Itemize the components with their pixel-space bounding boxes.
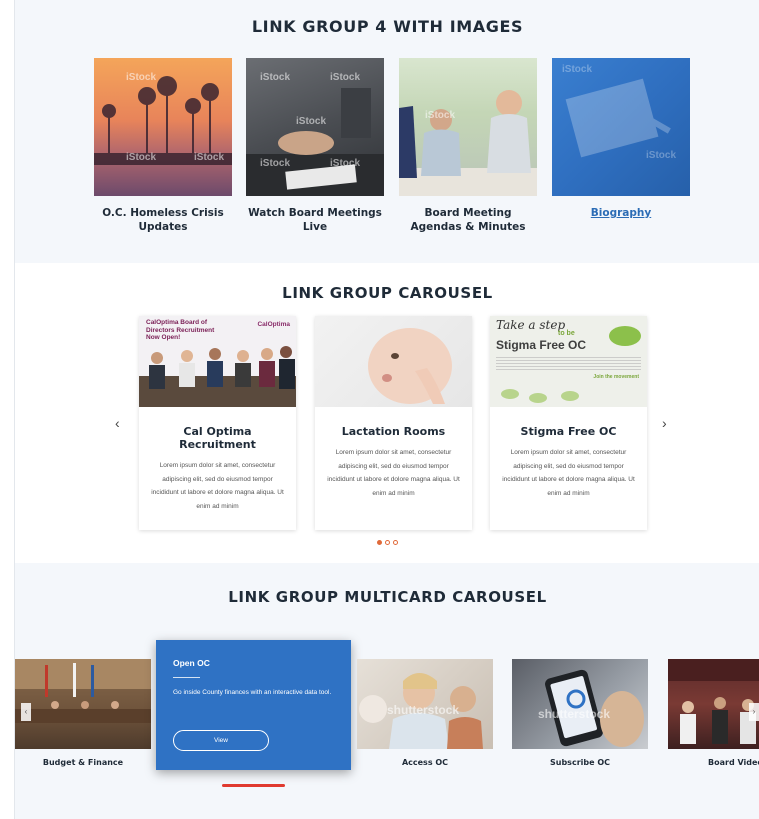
multicard-prev-button[interactable]: ‹ — [21, 703, 31, 721]
card-body: Lorem ipsum dolor sit amet, consectetur … — [151, 462, 284, 510]
biography-image[interactable]: iStock iStock — [552, 58, 690, 196]
card-body: Lorem ipsum dolor sit amet, consectetur … — [502, 449, 635, 497]
tile-caption[interactable]: Board Meeting Agendas & Minutes — [399, 206, 537, 234]
card-caption: Subscribe OC — [550, 758, 610, 767]
card-title: Stigma Free OC — [520, 425, 617, 438]
carousel-card-stigma-free[interactable]: Take a step to be Stigma Free OC Join th… — [490, 316, 647, 530]
card-title: Cal Optima Recruitment — [179, 425, 256, 451]
pagination-dot-active[interactable] — [377, 540, 382, 545]
card-title: Lactation Rooms — [341, 425, 446, 438]
carousel-prev-arrow[interactable]: ‹ — [115, 415, 120, 431]
calOptima-recruitment-image: CalOptima Board of Directors Recruitment… — [139, 316, 296, 407]
multicard-subscribe-oc[interactable]: shutterstock Subscribe OC — [512, 659, 648, 767]
page: LINK GROUP 4 WITH IMAGES iStock iStock i… — [14, 0, 759, 819]
tile-board-meetings-live[interactable]: iStock iStock iStock iStock iStock Watch… — [246, 58, 384, 234]
board-chamber-image — [15, 659, 151, 749]
tile-caption[interactable]: Watch Board Meetings Live — [246, 206, 384, 234]
card-caption: Budget & Finance — [42, 758, 124, 767]
carousel-pagination — [377, 540, 398, 545]
women-smiling-image: shutterstock — [357, 659, 493, 749]
feature-divider — [173, 677, 200, 678]
pagination-dot[interactable] — [393, 540, 398, 545]
card-caption: Access OC — [401, 758, 449, 767]
tile-agendas-minutes[interactable]: iStock Board Meeting Agendas & Minutes — [399, 58, 537, 234]
carousel-next-arrow[interactable]: › — [662, 415, 667, 431]
multicard-access-oc[interactable]: shutterstock Access OC — [357, 659, 493, 767]
feature-title: Open OC — [173, 658, 210, 668]
feature-description: Go inside County finances with an intera… — [173, 689, 332, 696]
card-body: Lorem ipsum dolor sit amet, consectetur … — [327, 449, 460, 497]
board-meeting-people-image[interactable]: iStock — [399, 58, 537, 196]
link-group-multicard-section: LINK GROUP MULTICARD CAROUSEL Budget & F… — [15, 563, 759, 819]
card-caption: Board Video — [708, 758, 759, 767]
multicard-budget-finance[interactable]: Budget & Finance — [15, 659, 151, 767]
multicard-board-video[interactable]: Board Video — [668, 659, 759, 767]
palm-trees-sunset-image[interactable]: iStock iStock iStock — [94, 58, 232, 196]
stigma-free-image: Take a step to be Stigma Free OC Join th… — [490, 316, 647, 407]
link-group-images-section: LINK GROUP 4 WITH IMAGES iStock iStock i… — [15, 0, 759, 263]
section-title: LINK GROUP 4 WITH IMAGES — [251, 17, 524, 36]
biography-link[interactable]: Biography — [552, 206, 690, 220]
pagination-dot[interactable] — [385, 540, 390, 545]
multicard-next-button[interactable]: › — [749, 703, 759, 721]
board-video-image — [668, 659, 759, 749]
smartphone-image: shutterstock — [512, 659, 648, 749]
section-title: LINK GROUP CAROUSEL — [282, 284, 493, 302]
feature-card-open-oc[interactable]: Open OC Go inside County finances with a… — [156, 640, 351, 770]
tile-homeless-crisis[interactable]: iStock iStock iStock O.C. Homeless Crisi… — [94, 58, 232, 234]
baby-image — [315, 316, 472, 407]
tile-biography[interactable]: iStock iStock Biography — [552, 58, 690, 220]
view-button[interactable]: View — [173, 730, 269, 751]
link-group-carousel-section: LINK GROUP CAROUSEL ‹ › CalOptima Board … — [15, 263, 759, 563]
carousel-card-lactation[interactable]: Lactation Rooms Lorem ipsum dolor sit am… — [315, 316, 472, 530]
multicard-active-indicator — [222, 784, 285, 787]
section-title: LINK GROUP MULTICARD CAROUSEL — [228, 588, 547, 606]
carousel-card-cal-optima[interactable]: CalOptima Board of Directors Recruitment… — [139, 316, 296, 530]
tile-caption[interactable]: O.C. Homeless Crisis Updates — [94, 206, 232, 234]
meeting-hands-image[interactable]: iStock iStock iStock iStock iStock — [246, 58, 384, 196]
